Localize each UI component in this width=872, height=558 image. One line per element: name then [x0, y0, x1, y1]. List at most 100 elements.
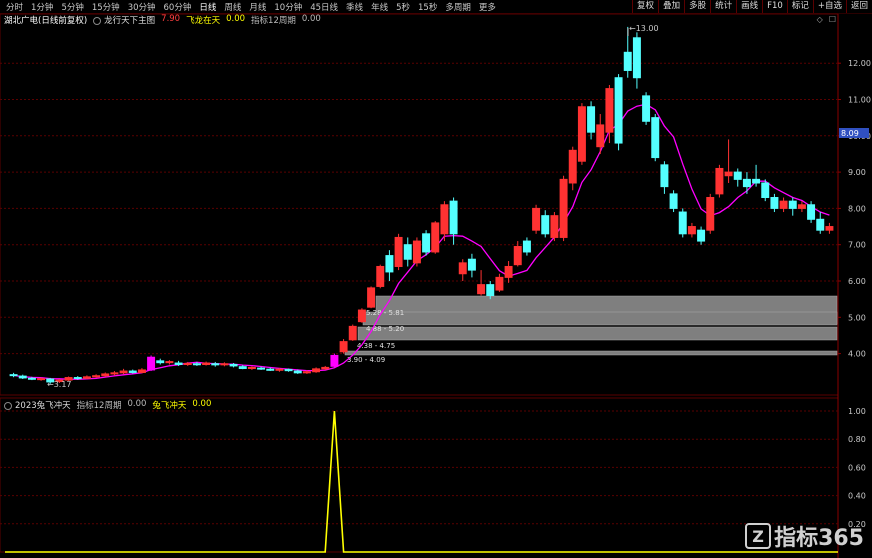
- candle-body: [513, 246, 522, 266]
- candle-body: [247, 366, 256, 369]
- candle: [128, 369, 137, 374]
- candle: [82, 375, 91, 380]
- candle: [825, 222, 834, 234]
- candle: [541, 210, 550, 238]
- sub-tick-label: 0.80: [848, 435, 866, 444]
- candle: [247, 366, 256, 370]
- candle: [568, 146, 577, 191]
- candle-body: [715, 167, 724, 195]
- candle-body: [678, 211, 687, 235]
- candle: [816, 212, 825, 234]
- price-tick-label: 5.00: [848, 313, 866, 322]
- candle-body: [770, 197, 779, 209]
- candle: [449, 197, 458, 245]
- candle: [660, 161, 669, 194]
- candle: [9, 372, 18, 378]
- candle-body: [137, 369, 146, 373]
- candle-body: [623, 51, 632, 71]
- candle: [412, 237, 421, 267]
- candle-body: [174, 362, 183, 365]
- candle-body: [431, 222, 440, 253]
- candle-body: [522, 240, 531, 253]
- candle-body: [697, 229, 706, 242]
- candle: [504, 261, 513, 283]
- candle-body: [797, 204, 806, 209]
- sub-tick-label: 1.00: [848, 407, 866, 416]
- candle-body: [165, 361, 174, 364]
- candle: [147, 355, 156, 372]
- candle-body: [293, 370, 302, 374]
- candle-body: [312, 368, 321, 373]
- candle: [770, 193, 779, 213]
- candle-body: [449, 200, 458, 235]
- candle: [605, 84, 614, 144]
- candle-body: [440, 204, 449, 235]
- candle: [632, 32, 641, 89]
- candle: [357, 308, 366, 323]
- candle: [394, 233, 403, 271]
- candle: [119, 368, 128, 375]
- low-annotation: ←3.17: [47, 380, 72, 389]
- candle: [348, 324, 357, 341]
- price-tick-label: 6.00: [848, 277, 866, 286]
- candle-body: [825, 226, 834, 231]
- candle-body: [357, 309, 366, 323]
- candle-body: [788, 200, 797, 209]
- candle-body: [541, 215, 550, 235]
- candle-body: [724, 171, 733, 177]
- current-price-value: 8.09: [841, 129, 859, 138]
- candle-body: [9, 374, 18, 377]
- candle-body: [394, 236, 403, 267]
- candle-body: [275, 368, 284, 371]
- candle: [651, 114, 660, 162]
- candle: [165, 360, 174, 365]
- candle-body: [229, 363, 238, 367]
- candle-body: [486, 284, 495, 297]
- candle: [596, 114, 605, 154]
- candle: [367, 286, 376, 309]
- candle: [339, 339, 348, 354]
- candle-body: [27, 377, 36, 380]
- candle: [550, 212, 559, 242]
- candle-body: [550, 215, 559, 238]
- candle-body: [587, 106, 596, 133]
- candle-body: [669, 193, 678, 209]
- candle: [532, 204, 541, 234]
- candle-body: [577, 106, 586, 162]
- candle: [431, 221, 440, 254]
- candle: [779, 197, 788, 213]
- candle: [559, 175, 568, 242]
- candle: [403, 237, 412, 267]
- candle-body: [110, 372, 119, 375]
- watermark-text: 指标365: [774, 526, 864, 551]
- candle-body: [192, 363, 201, 366]
- candle: [156, 358, 165, 365]
- candle-body: [467, 258, 476, 271]
- candle-body: [73, 377, 82, 380]
- high-annotation: ←13.00: [629, 24, 659, 33]
- price-tick-label: 12.00: [848, 59, 871, 68]
- candle: [495, 273, 504, 292]
- candle-body: [605, 88, 614, 133]
- candle: [761, 179, 770, 202]
- candle-body: [706, 197, 715, 231]
- candle: [715, 164, 724, 198]
- candle-body: [321, 366, 330, 370]
- candle: [733, 168, 742, 187]
- candle: [577, 103, 586, 165]
- watermark-logo: Z 指标365: [745, 520, 864, 552]
- candle-body: [339, 341, 348, 353]
- candle-body: [660, 164, 669, 188]
- kline-chart[interactable]: 12.0011.0010.009.008.007.006.005.004.005…: [0, 0, 872, 558]
- candle-body: [632, 37, 641, 79]
- candle: [752, 164, 761, 187]
- candle: [467, 253, 476, 278]
- signal-line: [5, 410, 838, 553]
- candle: [807, 201, 816, 223]
- candle: [614, 74, 623, 151]
- candle-body: [82, 376, 91, 379]
- sub-panel-frame: [0, 397, 839, 553]
- candle-body: [37, 378, 46, 381]
- candle: [788, 197, 797, 216]
- candle: [18, 374, 27, 380]
